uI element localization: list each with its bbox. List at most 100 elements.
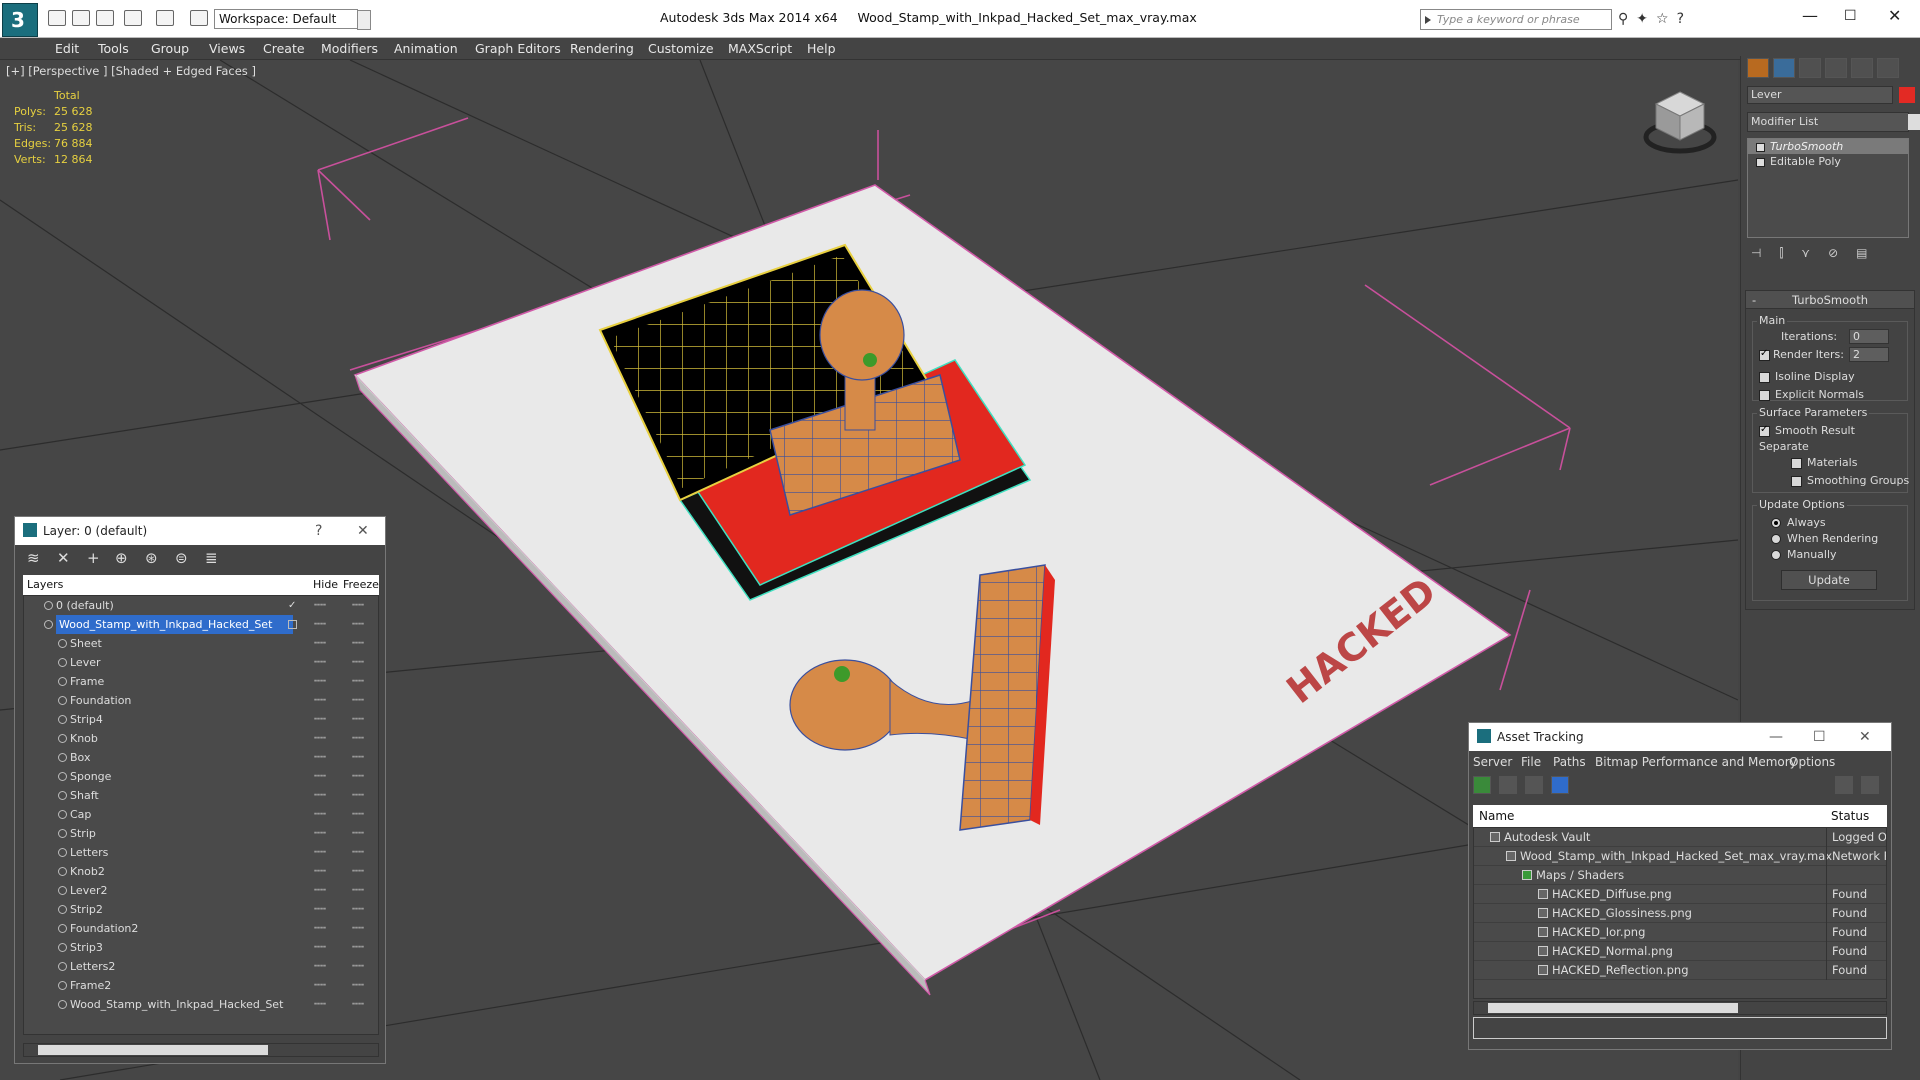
highlight-selected-icon[interactable]: ⊜ [175,549,188,567]
utilities-tab-icon[interactable] [1877,58,1899,78]
menu-modifiers[interactable]: Modifiers [321,41,378,56]
hide-toggle-icon[interactable]: ┅┅ [314,995,326,1014]
render-iters-checkbox[interactable] [1759,348,1770,361]
hide-toggle-icon[interactable]: ┅┅ [314,862,326,881]
layer-row[interactable]: Strip2 ┅┅ ┅┅ [24,900,378,919]
layer-row[interactable]: Frame ┅┅ ┅┅ [24,672,378,691]
menu-customize[interactable]: Customize [648,41,714,56]
open-file-icon[interactable] [72,10,90,26]
hide-toggle-icon[interactable]: ┅┅ [314,596,326,615]
asset-row[interactable]: HACKED_Diffuse.png Found [1474,885,1886,904]
freeze-toggle-icon[interactable]: ┅┅ [352,786,364,805]
layer-row[interactable]: Strip3 ┅┅ ┅┅ [24,938,378,957]
viewport-label[interactable]: [+] [Perspective ] [Shaded + Edged Faces… [6,64,256,78]
layer-row[interactable]: Letters ┅┅ ┅┅ [24,843,378,862]
motion-tab-icon[interactable] [1825,58,1847,78]
object-color-swatch[interactable] [1899,87,1915,103]
asset-row[interactable]: HACKED_Normal.png Found [1474,942,1886,961]
infocenter-toolbar[interactable]: ⚲✦☆? [1618,11,1692,27]
hide-toggle-icon[interactable]: ┅┅ [314,786,326,805]
modifier-list-dropdown[interactable]: Modifier List [1747,112,1920,132]
menu-group[interactable]: Group [151,41,189,56]
layer-row[interactable]: Lever ┅┅ ┅┅ [24,653,378,672]
col-layers[interactable]: Layers [27,575,63,595]
hide-toggle-icon[interactable]: ┅┅ [314,881,326,900]
smoothing-groups-checkbox[interactable] [1791,476,1802,487]
settings-icon[interactable] [1861,776,1879,794]
menu-graph-editors[interactable]: Graph Editors [475,41,561,56]
menu-paths[interactable]: Paths [1553,755,1586,769]
menu-create[interactable]: Create [263,41,305,56]
layer-row[interactable]: Knob2 ┅┅ ┅┅ [24,862,378,881]
freeze-toggle-icon[interactable]: ┅┅ [352,748,364,767]
freeze-toggle-icon[interactable]: ┅┅ [352,938,364,957]
asset-row[interactable]: Wood_Stamp_with_Inkpad_Hacked_Set_max_vr… [1474,847,1886,866]
freeze-toggle-icon[interactable]: ┅┅ [352,862,364,881]
minimize-icon[interactable]: — [1769,723,1783,751]
menu-rendering[interactable]: Rendering [570,41,634,56]
layer-row[interactable]: Shaft ┅┅ ┅┅ [24,786,378,805]
layer-row[interactable]: Strip ┅┅ ┅┅ [24,824,378,843]
when-rendering-radio[interactable] [1771,534,1781,544]
add-selection-icon[interactable]: ⊕ [115,549,128,567]
asset-window-titlebar[interactable]: Asset Tracking — ☐ ✕ [1469,723,1891,751]
layer-row[interactable]: Foundation2 ┅┅ ┅┅ [24,919,378,938]
stack-item-turbosmooth[interactable]: TurboSmooth [1748,139,1908,154]
hide-toggle-icon[interactable]: ┅┅ [314,843,326,862]
hide-toggle-icon[interactable]: ┅┅ [314,653,326,672]
freeze-toggle-icon[interactable]: ┅┅ [352,691,364,710]
display-tab-icon[interactable] [1851,58,1873,78]
rollout-title[interactable]: TurboSmooth [1746,291,1914,309]
delete-layer-icon[interactable]: ✕ [57,549,70,567]
freeze-toggle-icon[interactable]: ┅┅ [352,729,364,748]
layer-row[interactable]: 0 (default) ✓ ┅┅ ┅┅ [24,596,378,615]
layer-row[interactable]: Knob ┅┅ ┅┅ [24,729,378,748]
asset-row[interactable]: HACKED_Glossiness.png Found [1474,904,1886,923]
workspace-dropdown[interactable]: Workspace: Default [214,9,371,30]
hide-toggle-icon[interactable]: ┅┅ [314,748,326,767]
freeze-toggle-icon[interactable]: ┅┅ [352,596,364,615]
asset-row[interactable]: HACKED_Reflection.png Found [1474,961,1886,980]
pin-stack-icon[interactable]: ⊣ [1751,246,1779,260]
app-logo-button[interactable]: 3 [2,3,38,37]
freeze-toggle-icon[interactable]: ┅┅ [352,900,364,919]
menu-server[interactable]: Server [1473,755,1512,769]
asset-hscrollbar[interactable] [1473,1001,1887,1015]
hide-toggle-icon[interactable]: ┅┅ [314,976,326,995]
hide-toggle-icon[interactable]: ┅┅ [314,691,326,710]
menu-file[interactable]: File [1521,755,1541,769]
menu-edit[interactable]: Edit [55,41,79,56]
freeze-toggle-icon[interactable]: ┅┅ [352,710,364,729]
save-file-icon[interactable] [96,10,114,26]
scroll-thumb[interactable] [38,1045,268,1055]
hide-toggle-icon[interactable]: ┅┅ [314,957,326,976]
smooth-result-checkbox[interactable] [1759,424,1770,437]
asset-row[interactable]: Maps / Shaders [1474,866,1886,885]
hide-toggle-icon[interactable]: ┅┅ [314,824,326,843]
asset-path-field[interactable] [1473,1017,1887,1039]
set-current-icon[interactable] [288,620,297,629]
layer-row[interactable]: Wood_Stamp_with_Inkpad_Hacked_Set ┅┅ ┅┅ [24,615,378,634]
layer-row[interactable]: Wood_Stamp_with_Inkpad_Hacked_Set ┅┅ ┅┅ [24,995,378,1014]
make-unique-icon[interactable]: ⋎ [1801,246,1828,260]
hide-toggle-icon[interactable]: ┅┅ [314,919,326,938]
favorites-icon[interactable]: ☆ [1656,11,1677,27]
configure-sets-icon[interactable]: ▤ [1856,246,1885,260]
search-input[interactable]: Type a keyword or phrase [1420,9,1612,30]
hide-toggle-icon[interactable]: ┅┅ [314,710,326,729]
isoline-checkbox[interactable] [1759,372,1770,383]
binoculars-icon[interactable]: ⚲ [1618,11,1636,27]
layer-row[interactable]: Strip4 ┅┅ ┅┅ [24,710,378,729]
grid-view-icon[interactable] [1551,776,1569,794]
undo-icon[interactable] [124,10,142,26]
layer-row[interactable]: Letters2 ┅┅ ┅┅ [24,957,378,976]
hide-toggle-icon[interactable]: ┅┅ [314,672,326,691]
manually-radio[interactable] [1771,550,1781,560]
layer-window-titlebar[interactable]: Layer: 0 (default) ? ✕ [15,517,385,545]
render-iters-spinner[interactable]: 2 [1849,347,1889,362]
freeze-toggle-icon[interactable]: ┅┅ [352,976,364,995]
object-name-field[interactable]: Lever [1747,86,1893,104]
freeze-toggle-icon[interactable]: ┅┅ [352,919,364,938]
layer-row[interactable]: Sheet ┅┅ ┅┅ [24,634,378,653]
menu-animation[interactable]: Animation [394,41,458,56]
